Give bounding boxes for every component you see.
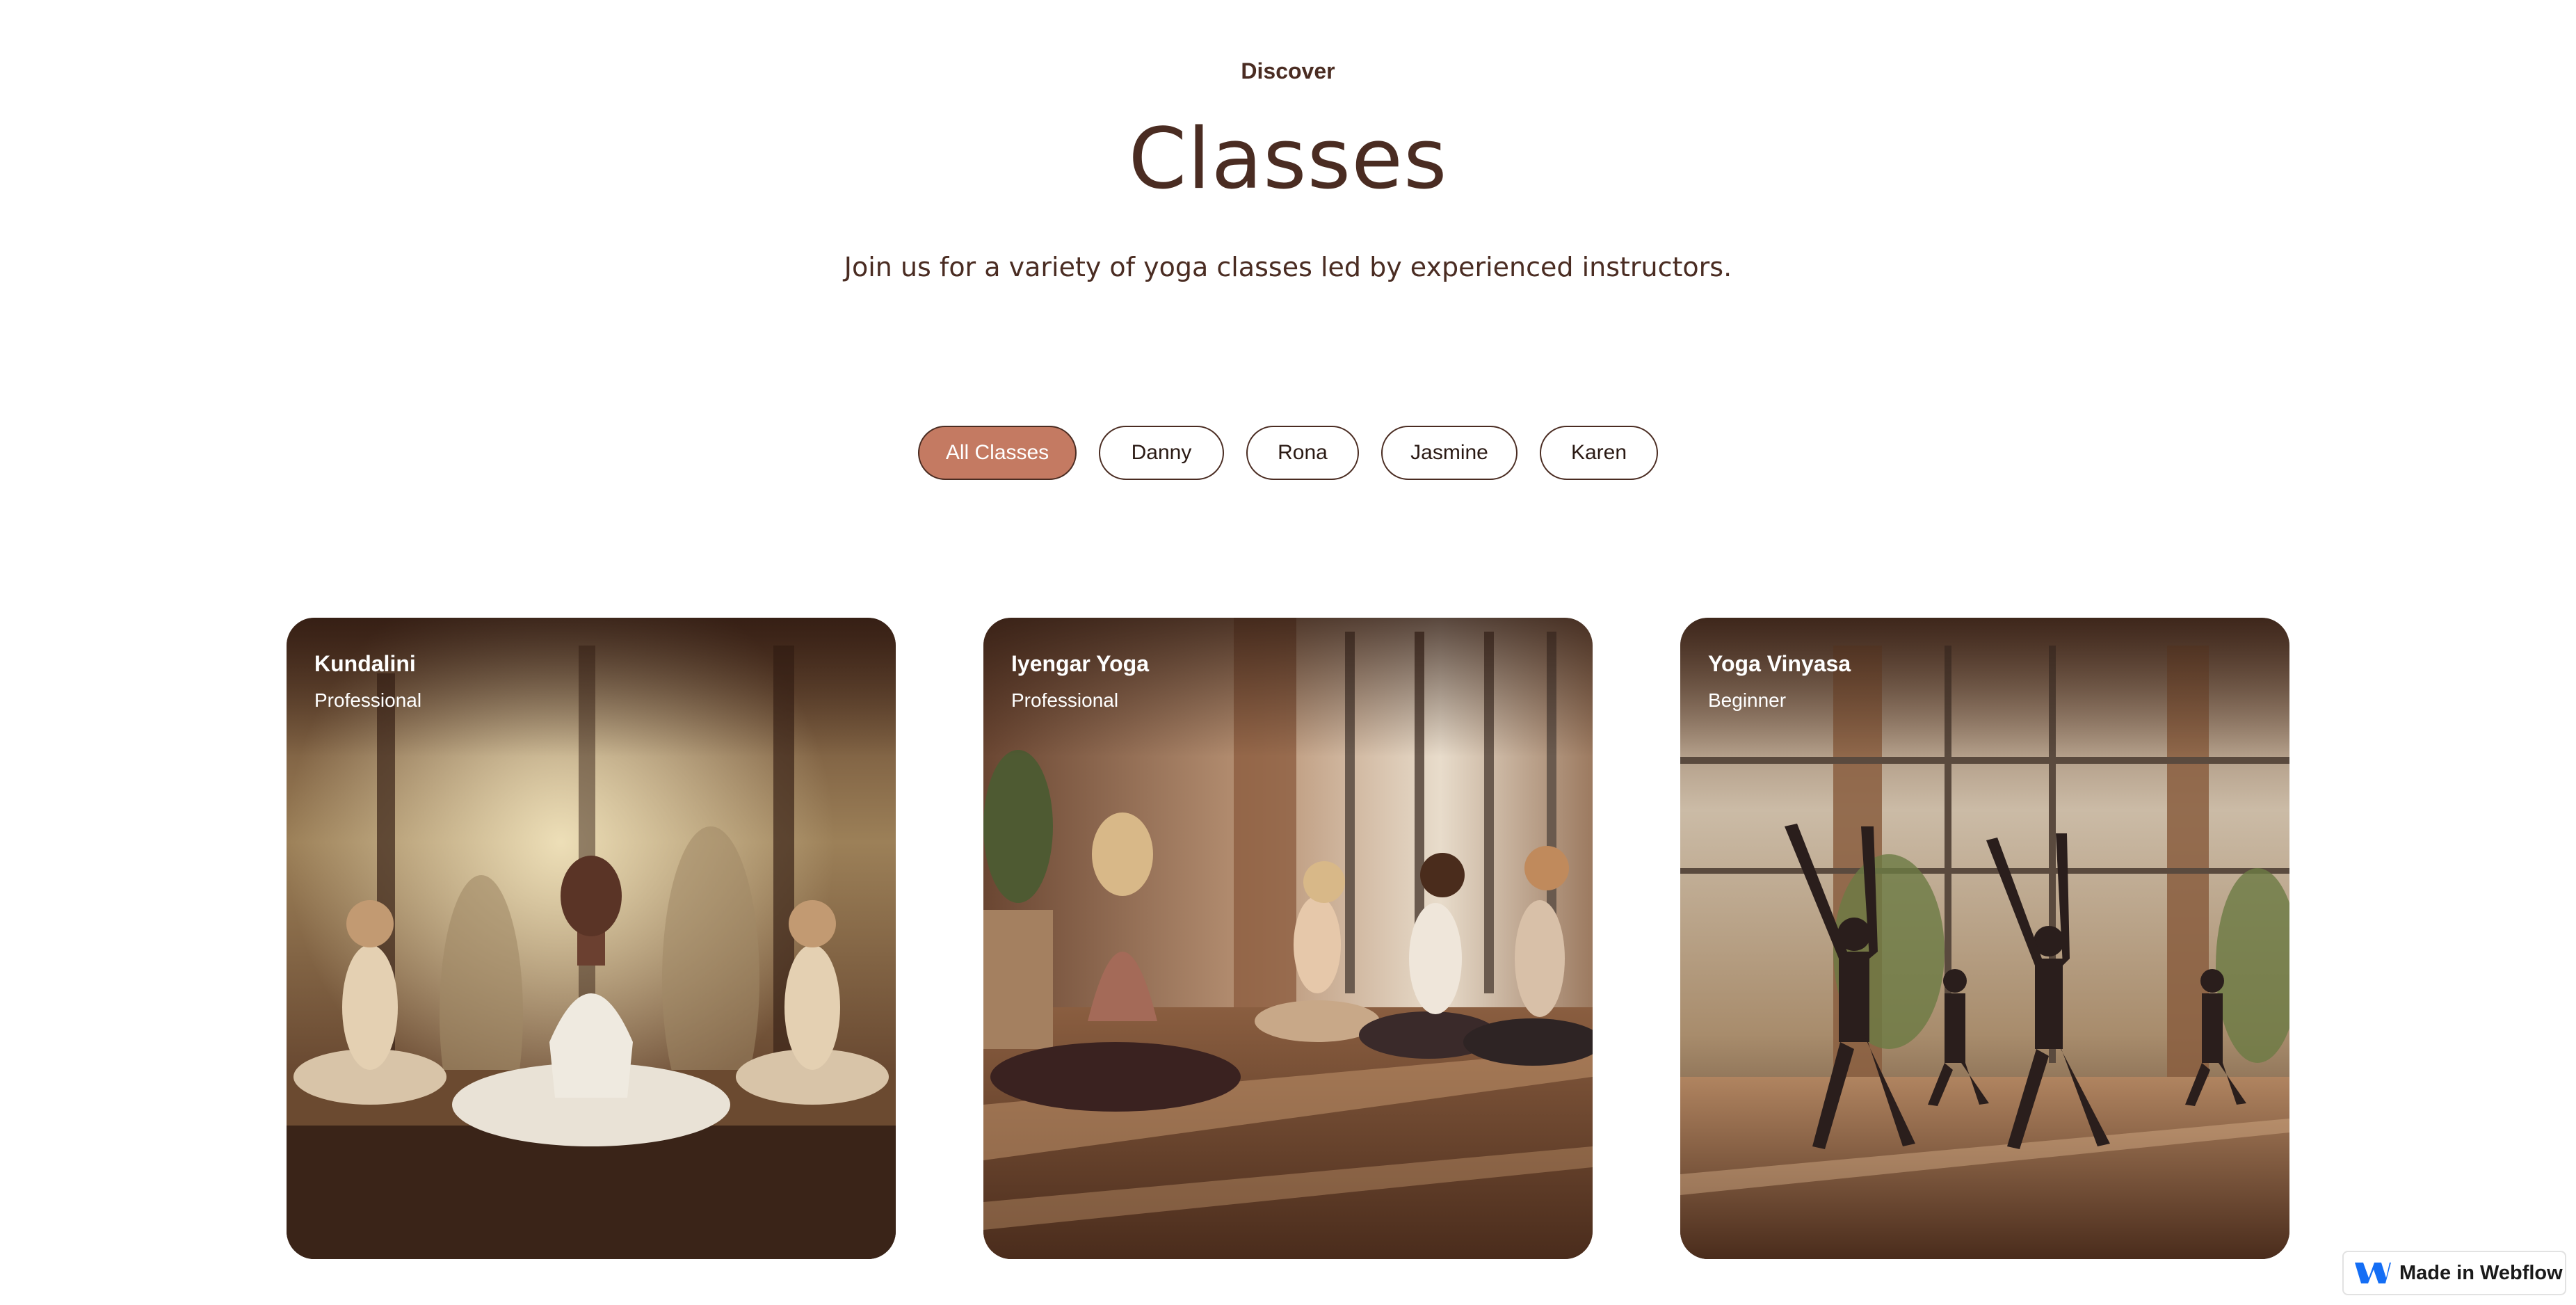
card-title: Yoga Vinyasa <box>1708 651 1851 676</box>
class-card-kundalini[interactable]: Kundalini Professional <box>287 618 896 1259</box>
card-title: Iyengar Yoga <box>1011 651 1149 676</box>
card-caption: Iyengar Yoga Professional <box>1011 651 1149 712</box>
class-cards-grid: Kundalini Professional Iyengar Yoga Prof… <box>287 618 2289 1259</box>
filter-jasmine[interactable]: Jasmine <box>1381 426 1518 480</box>
card-caption: Yoga Vinyasa Beginner <box>1708 651 1851 712</box>
badge-label: Made in Webflow <box>2399 1261 2563 1284</box>
webflow-icon <box>2355 1263 2391 1283</box>
class-card-iyengar-yoga[interactable]: Iyengar Yoga Professional <box>983 618 1593 1259</box>
instructor-filter-tabs: All Classes Danny Rona Jasmine Karen <box>0 426 2576 480</box>
made-in-webflow-badge[interactable]: Made in Webflow <box>2342 1251 2566 1295</box>
kundalini-class-image <box>287 618 896 1259</box>
filter-danny[interactable]: Danny <box>1099 426 1224 480</box>
card-caption: Kundalini Professional <box>314 651 421 712</box>
card-level: Professional <box>314 689 422 711</box>
class-card-yoga-vinyasa[interactable]: Yoga Vinyasa Beginner <box>1680 618 2289 1259</box>
filter-karen[interactable]: Karen <box>1540 426 1658 480</box>
filter-all-classes[interactable]: All Classes <box>918 426 1077 480</box>
page-title: Classes <box>1128 111 1448 208</box>
filter-rona[interactable]: Rona <box>1246 426 1359 480</box>
vinyasa-class-image <box>1680 618 2289 1259</box>
card-level: Beginner <box>1708 689 1787 711</box>
card-title: Kundalini <box>314 651 416 676</box>
iyengar-class-image <box>983 618 1593 1259</box>
page-subtitle: Join us for a variety of yoga classes le… <box>844 252 1732 282</box>
card-level: Professional <box>1011 689 1119 711</box>
eyebrow-label: Discover <box>1241 58 1335 83</box>
